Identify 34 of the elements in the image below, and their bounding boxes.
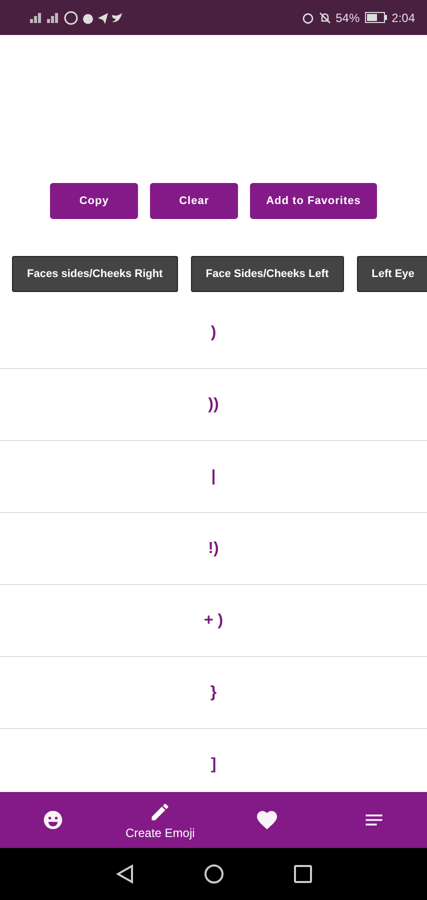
symbol-row[interactable]: ) [0, 297, 427, 369]
symbol-text: !) [208, 540, 219, 558]
action-button[interactable]: Add to Favorites [250, 183, 377, 219]
symbol-text: ] [210, 756, 216, 774]
symbol-text: )) [208, 396, 219, 414]
signal-icon [30, 12, 42, 22]
notification-icons-drawing [64, 10, 124, 24]
action-button[interactable]: Clear [150, 183, 238, 219]
category-tab[interactable]: Faces sides/Cheeks Right [12, 256, 178, 292]
mute-icon [318, 12, 331, 24]
recents-icon[interactable] [294, 865, 312, 883]
symbol-row[interactable]: + ) [0, 585, 427, 657]
symbol-row[interactable]: | [0, 441, 427, 513]
clock: 2:04 [392, 10, 415, 24]
back-icon[interactable] [116, 864, 134, 884]
symbol-text: | [211, 468, 216, 486]
signal-icon [47, 12, 59, 22]
symbol-row[interactable]: !) [0, 513, 427, 585]
category-tab[interactable]: Face Sides/Cheeks Left [190, 256, 344, 292]
symbol-text: + ) [204, 612, 224, 630]
smiley-icon [42, 809, 64, 831]
action-button[interactable]: Copy [50, 183, 138, 219]
symbol-text: } [210, 684, 217, 702]
heart-icon [254, 808, 279, 832]
nav-item[interactable]: Create Emoji [106, 792, 214, 848]
home-icon[interactable] [204, 864, 224, 884]
battery-percent: 54% [336, 10, 360, 24]
pencil-icon [149, 800, 172, 822]
symbol-row[interactable]: )) [0, 369, 427, 441]
symbol-row[interactable]: } [0, 657, 427, 729]
symbol-text: ) [210, 324, 216, 342]
alarm-icon [302, 12, 314, 24]
battery-icon [364, 12, 387, 23]
category-tab[interactable]: Left Eye [356, 256, 427, 292]
